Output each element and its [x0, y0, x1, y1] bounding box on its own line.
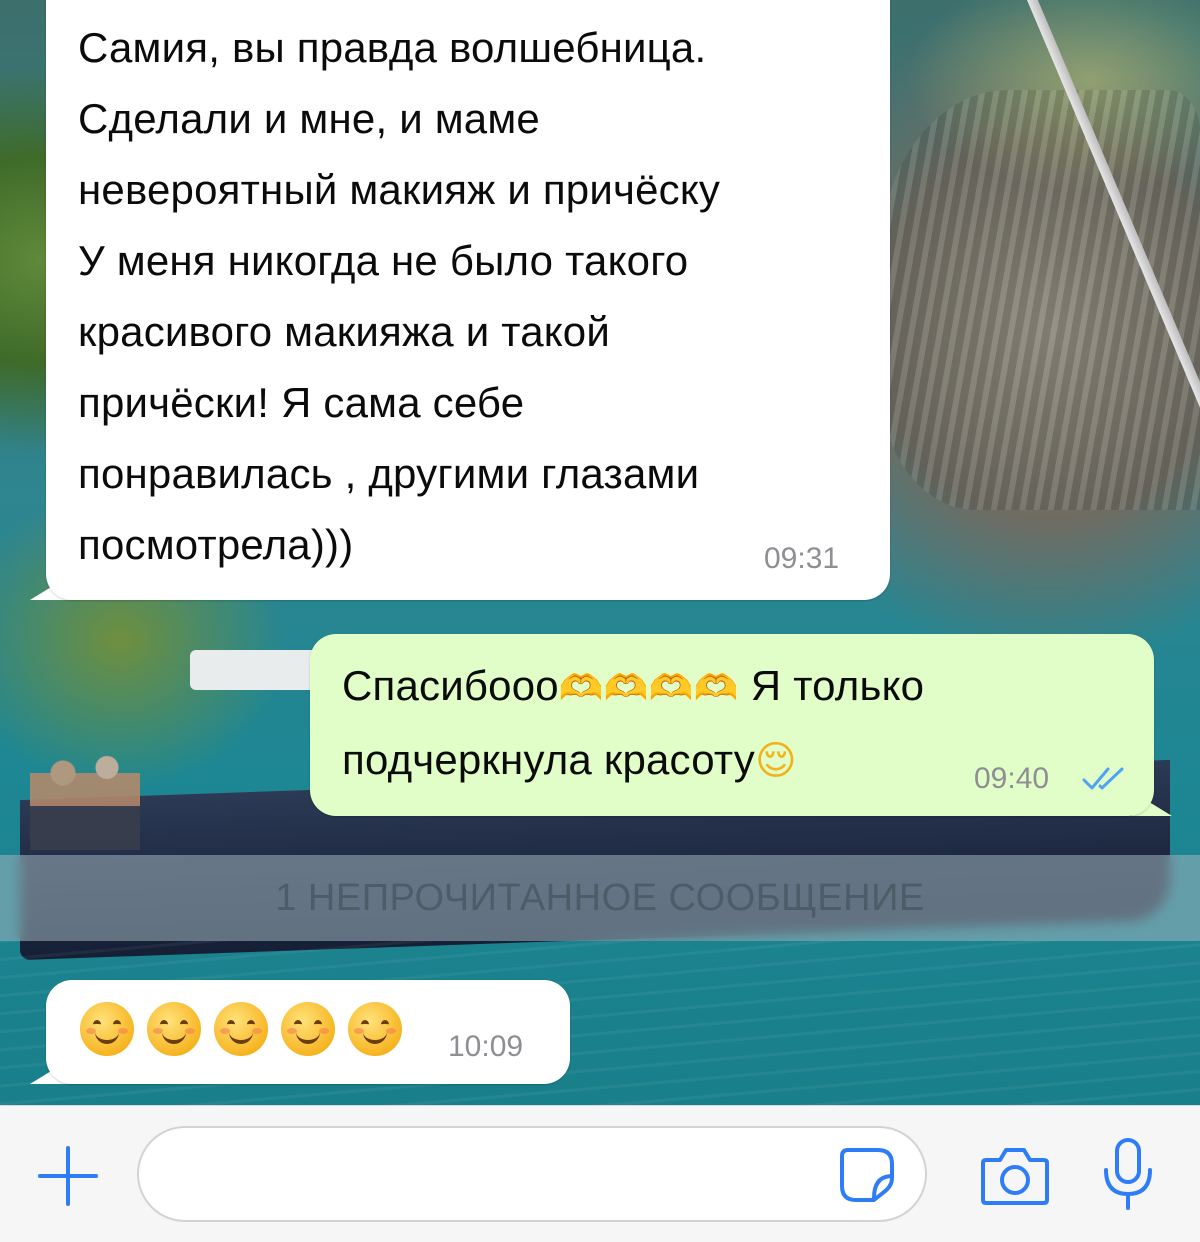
- message-text: Самия, вы правда волшебница. Сделали и м…: [78, 24, 721, 568]
- message-text-part: Спасибооо: [342, 662, 559, 709]
- wallpaper-people: [30, 740, 140, 850]
- wallpaper-yacht-deck: [190, 650, 330, 690]
- message-text-part: Я только: [738, 662, 925, 709]
- double-check-read-icon: [1082, 767, 1124, 790]
- camera-icon[interactable]: [980, 1144, 1050, 1206]
- wallpaper-cliff: [880, 90, 1200, 510]
- input-toolbar: [0, 1105, 1200, 1242]
- message-bubble-outgoing[interactable]: Спасибооо🫶🫶🫶🫶 Я только подчеркнула красо…: [310, 634, 1154, 816]
- microphone-icon[interactable]: [1100, 1136, 1156, 1216]
- smiling-face-with-smiling-eyes-icon: [80, 1002, 134, 1056]
- message-timestamp: 10:09: [448, 1030, 524, 1063]
- message-bubble-incoming[interactable]: 10:09: [46, 980, 570, 1084]
- relieved-face-emoji-icon: 😌: [754, 738, 797, 784]
- message-text: Спасибооо🫶🫶🫶🫶 Я только: [342, 650, 1124, 724]
- message-timestamp: 09:31: [764, 542, 840, 575]
- message-bubble-incoming[interactable]: Самия, вы правда волшебница. Сделали и м…: [46, 0, 890, 600]
- smiling-face-with-smiling-eyes-icon: [214, 1002, 268, 1056]
- smiling-face-with-smiling-eyes-icon: [147, 1002, 201, 1056]
- plus-icon[interactable]: [36, 1144, 100, 1208]
- message-text-part: подчеркнула красоту: [342, 736, 755, 783]
- smiling-face-with-smiling-eyes-icon: [281, 1002, 335, 1056]
- heart-hands-emoji-icon: 🫶🫶🫶🫶: [558, 668, 739, 709]
- unread-messages-divider: 1 НЕПРОЧИТАННОЕ СООБЩЕНИЕ: [0, 855, 1200, 941]
- message-input[interactable]: [137, 1126, 927, 1222]
- message-timestamp: 09:40: [974, 762, 1050, 795]
- unread-divider-label: 1 НЕПРОЧИТАННОЕ СООБЩЕНИЕ: [275, 876, 925, 919]
- sticker-icon[interactable]: [838, 1146, 896, 1204]
- smiling-face-with-smiling-eyes-icon: [348, 1002, 402, 1056]
